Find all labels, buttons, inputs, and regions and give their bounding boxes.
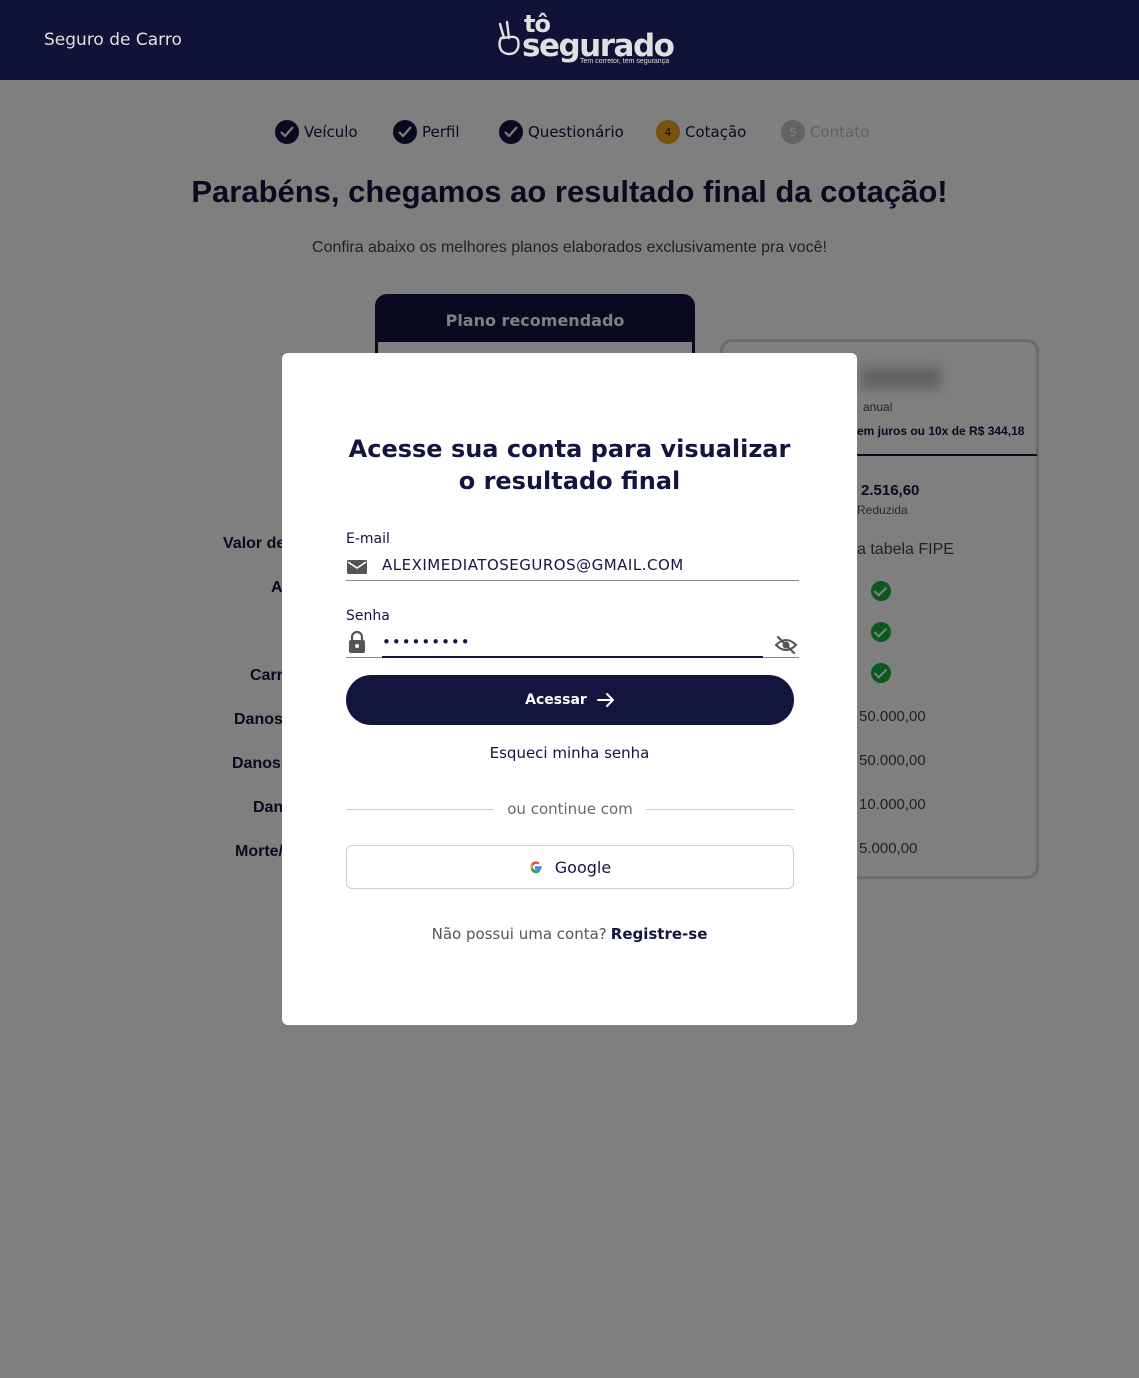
register-prompt-text: Não possui uma conta? — [431, 925, 607, 943]
email-input[interactable] — [382, 551, 762, 579]
arrow-right-icon — [596, 693, 614, 707]
header-dim — [0, 0, 1139, 80]
register-prompt: Não possui uma conta? Registre-se — [282, 925, 857, 943]
google-label: Google — [554, 857, 612, 877]
login-modal-title: Acesse sua conta para visualizar o resul… — [348, 435, 791, 495]
mail-icon — [347, 560, 367, 574]
eye-off-icon[interactable] — [774, 635, 798, 655]
acessar-label: Acessar — [525, 692, 587, 708]
password-field — [346, 628, 799, 658]
google-login-button[interactable]: Google — [346, 845, 794, 889]
google-icon — [530, 861, 542, 874]
email-label: E-mail — [346, 531, 390, 547]
lock-icon — [349, 630, 365, 653]
register-link[interactable]: Registre-se — [611, 925, 708, 943]
password-label: Senha — [346, 608, 390, 624]
password-focus-underline — [382, 656, 763, 658]
or-divider: ou continue com — [346, 800, 794, 820]
forgot-password-link[interactable]: Esqueci minha senha — [282, 744, 857, 762]
divider-line — [646, 809, 794, 810]
email-field — [346, 551, 799, 581]
login-modal: Acesse sua conta para visualizar o resul… — [282, 353, 857, 1025]
acessar-button[interactable]: Acessar — [346, 675, 794, 725]
password-input[interactable] — [382, 628, 762, 656]
